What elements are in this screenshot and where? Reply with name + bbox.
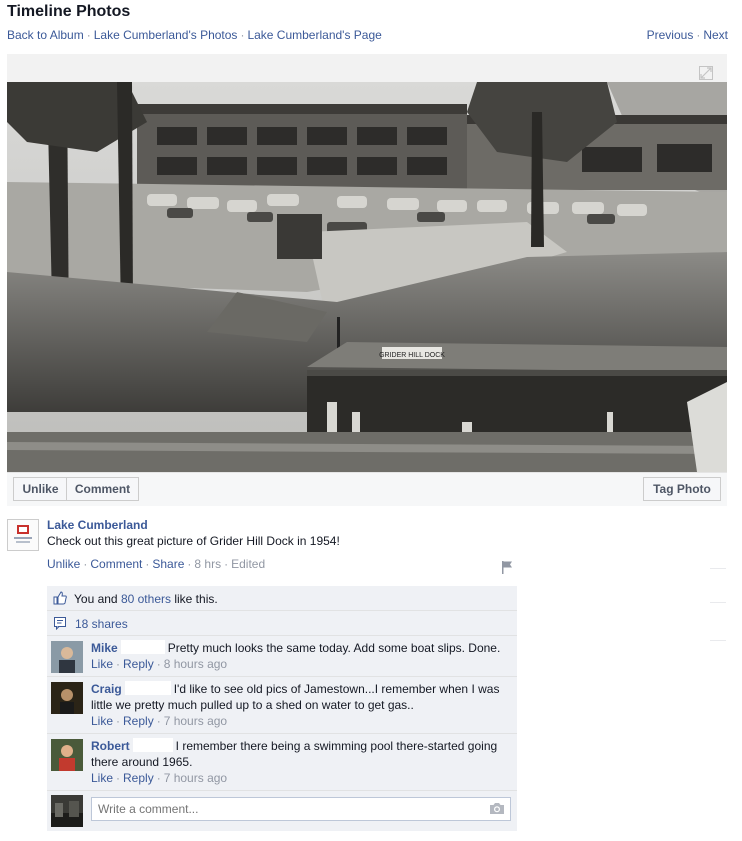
comment-reply-link[interactable]: Reply	[123, 714, 154, 728]
separator: ·	[696, 28, 701, 42]
comment-timestamp[interactable]: 7 hours ago	[164, 714, 227, 728]
comment-like-link[interactable]: Like	[91, 771, 113, 785]
comment-actions: Like · Reply · 7 hours ago	[91, 714, 228, 728]
camera-icon[interactable]	[489, 802, 505, 815]
dock-sign: GRIDER HILL DOCK	[379, 352, 445, 359]
photo-action-bar: Unlike Comment Tag Photo	[7, 472, 727, 506]
divider	[710, 602, 726, 603]
comment-like-link[interactable]: Like	[91, 714, 113, 728]
shares-link[interactable]: 18 shares	[75, 617, 128, 631]
commenter-avatar[interactable]	[51, 739, 83, 771]
post-author-link[interactable]: Lake Cumberland	[47, 518, 148, 532]
divider	[710, 640, 726, 641]
commenter-avatar[interactable]	[51, 641, 83, 673]
post-message: Check out this great picture of Grider H…	[47, 534, 340, 548]
feedback-section: You and 80 others like this. 18 shares M…	[47, 586, 517, 831]
likes-summary: You and 80 others like this.	[47, 586, 517, 611]
dock-photograph: GRIDER HILL DOCK	[7, 82, 727, 472]
comment-reply-link[interactable]: Reply	[123, 657, 154, 671]
timeline-photo[interactable]: GRIDER HILL DOCK	[7, 82, 727, 472]
thumbs-up-icon	[53, 591, 67, 605]
expand-icon[interactable]	[699, 66, 713, 80]
post-unlike-link[interactable]: Unlike	[47, 557, 80, 571]
commenter-name[interactable]: Robert	[91, 739, 130, 753]
shares-summary: 18 shares	[47, 611, 517, 636]
comment-like-link[interactable]: Like	[91, 657, 113, 671]
photo-navigation: Previous · Next	[647, 28, 728, 42]
comment-item: Robert I remember there being a swimming …	[47, 734, 517, 791]
commenter-avatar[interactable]	[51, 682, 83, 714]
back-to-album-link[interactable]: Back to Album	[7, 28, 84, 42]
page-link[interactable]: Lake Cumberland's Page	[247, 28, 381, 42]
comment-reply-link[interactable]: Reply	[123, 771, 154, 785]
comment-timestamp[interactable]: 8 hours ago	[164, 657, 227, 671]
divider	[710, 568, 726, 569]
flag-icon[interactable]	[501, 560, 513, 574]
post-share-link[interactable]: Share	[152, 557, 184, 571]
page-logo	[14, 525, 32, 543]
post-comment-link[interactable]: Comment	[90, 557, 142, 571]
post-actions: Unlike · Comment · Share · 8 hrs · Edited	[47, 557, 266, 571]
commenter-name[interactable]: Craig	[91, 682, 122, 696]
post-timestamp[interactable]: 8 hrs	[194, 557, 221, 571]
comment-item: Craig I'd like to see old pics of Jamesto…	[47, 677, 517, 734]
page-title: Timeline Photos	[7, 3, 131, 20]
share-icon	[54, 617, 66, 630]
likes-suffix: like this.	[174, 592, 218, 606]
separator: ·	[240, 28, 245, 42]
next-link[interactable]: Next	[703, 28, 728, 42]
likes-others-link[interactable]: 80 others	[121, 592, 171, 606]
unlike-button[interactable]: Unlike	[13, 477, 67, 501]
separator: ·	[86, 28, 91, 42]
breadcrumb: Back to Album · Lake Cumberland's Photos · L…	[7, 28, 382, 42]
previous-link[interactable]: Previous	[647, 28, 694, 42]
commenter-name[interactable]: Mike	[91, 641, 118, 655]
likes-prefix: You and	[74, 592, 118, 606]
write-comment-row	[47, 791, 517, 831]
photo-stage: GRIDER HILL DOCK	[7, 54, 727, 472]
viewer-avatar	[51, 795, 83, 827]
comment-timestamp[interactable]: 7 hours ago	[164, 771, 227, 785]
comment-actions: Like · Reply · 8 hours ago	[91, 657, 228, 671]
comment-text: Pretty much looks the same today. Add so…	[167, 641, 501, 655]
comment-input[interactable]	[91, 797, 511, 821]
post-edited-label[interactable]: Edited	[231, 557, 265, 571]
comment-item: Mike Pretty much looks the same today. Ad…	[47, 636, 517, 677]
comment-button[interactable]: Comment	[66, 477, 139, 501]
comment-actions: Like · Reply · 7 hours ago	[91, 771, 228, 785]
page-avatar[interactable]	[7, 519, 39, 551]
tag-photo-button[interactable]: Tag Photo	[643, 477, 721, 501]
page-photos-link[interactable]: Lake Cumberland's Photos	[94, 28, 238, 42]
